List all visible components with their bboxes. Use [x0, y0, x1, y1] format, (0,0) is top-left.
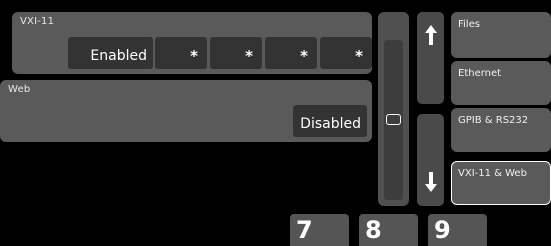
menu-files[interactable]: Files: [451, 12, 551, 58]
scroll-down-button[interactable]: [417, 114, 444, 206]
ip-field-2[interactable]: *: [210, 37, 262, 69]
menu-vxi11-web[interactable]: VXI-11 & Web: [451, 161, 551, 205]
menu-gpib-rs232-label: GPIB & RS232: [458, 115, 529, 126]
web-panel: Web Disabled: [0, 80, 372, 142]
ip-field-4[interactable]: *: [320, 37, 372, 69]
menu-ethernet-label: Ethernet: [458, 68, 502, 79]
web-title: Web: [8, 84, 31, 95]
menu-gpib-rs232[interactable]: GPIB & RS232: [451, 108, 551, 152]
key-8[interactable]: 8: [359, 214, 418, 246]
arrow-up-icon: [424, 25, 437, 45]
scrollbar-thumb[interactable]: [386, 114, 401, 125]
vxi11-title: VXI-11: [20, 16, 55, 27]
key-9[interactable]: 9: [428, 214, 487, 246]
arrow-down-icon: [424, 172, 437, 192]
menu-files-label: Files: [458, 19, 480, 30]
vxi11-panel: VXI-11 Enabled * * * *: [12, 12, 372, 74]
menu-vxi11-web-label: VXI-11 & Web: [458, 168, 527, 179]
menu-ethernet[interactable]: Ethernet: [451, 61, 551, 105]
key-7[interactable]: 7: [290, 214, 349, 246]
vxi11-status-field[interactable]: Enabled: [68, 37, 153, 69]
scroll-up-button[interactable]: [417, 12, 444, 104]
ip-field-1[interactable]: *: [155, 37, 207, 69]
web-status-field[interactable]: Disabled: [293, 105, 367, 137]
scrollbar[interactable]: [378, 12, 409, 206]
ip-field-3[interactable]: *: [265, 37, 317, 69]
